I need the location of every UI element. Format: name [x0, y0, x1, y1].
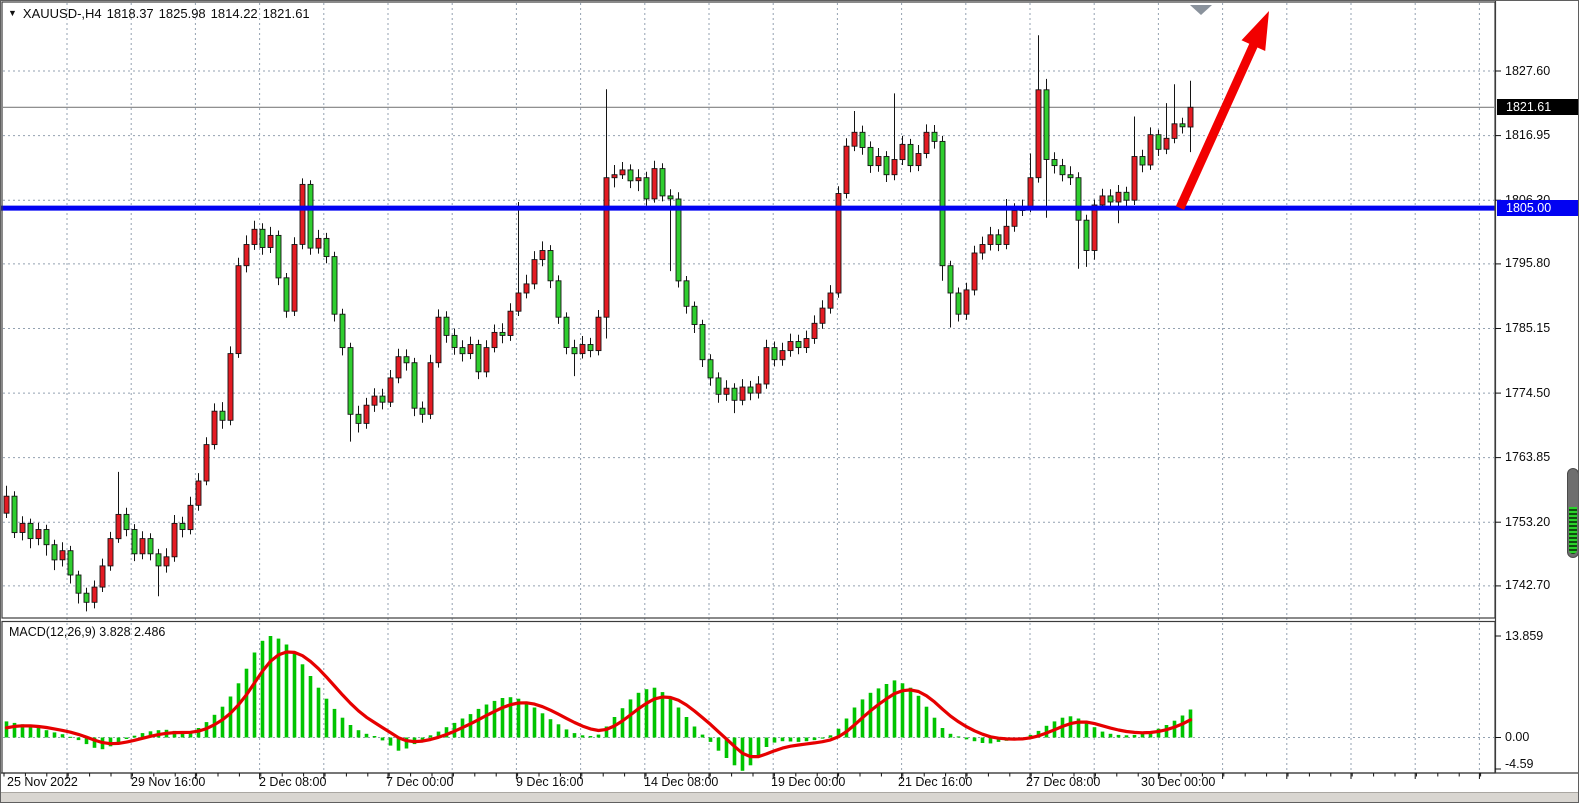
ohlc-open: 1818.37 [107, 6, 154, 21]
macd-signal-line [7, 652, 1191, 757]
price-axis-label: 1816.95 [1505, 128, 1550, 142]
date-axis-label: 29 Nov 16:00 [131, 775, 205, 789]
price-axis-label: 1785.15 [1505, 321, 1550, 335]
scrollbar-stripes-icon [1569, 507, 1577, 554]
symbol-collapse-icon[interactable]: ▼ [8, 7, 17, 20]
date-axis-label: 14 Dec 08:00 [644, 775, 718, 789]
date-axis-label: 30 Dec 00:00 [1141, 775, 1215, 789]
date-axis: 25 Nov 2022 29 Nov 16:00 2 Dec 08:00 7 Dec … [1, 775, 1495, 791]
chart-canvas[interactable] [1, 1, 1579, 803]
macd-indicator-label: MACD(12,26,9) 3.828 2.486 [9, 625, 165, 639]
price-axis: 1821.61 1805.00 1827.601816.951806.30179… [1496, 1, 1579, 773]
date-axis-label: 25 Nov 2022 [7, 775, 78, 789]
date-axis-label: 7 Dec 00:00 [386, 775, 453, 789]
ohlc-high: 1825.98 [159, 6, 206, 21]
date-axis-label: 9 Dec 16:00 [516, 775, 583, 789]
macd-histogram [5, 636, 1193, 771]
candlestick-series [4, 35, 1193, 611]
price-axis-label: 1753.20 [1505, 515, 1550, 529]
level-line-price-badge: 1805.00 [1497, 200, 1579, 216]
scrollbar-thumb[interactable] [1567, 468, 1579, 558]
date-axis-label: 2 Dec 08:00 [259, 775, 326, 789]
price-axis-label: 1742.70 [1505, 578, 1550, 592]
current-price-badge: 1821.61 [1497, 99, 1579, 115]
price-axis-label: 1795.80 [1505, 256, 1550, 270]
pane-borders [1, 1, 1579, 773]
macd-axis-label: -4.59 [1505, 757, 1534, 771]
date-axis-label: 19 Dec 00:00 [771, 775, 845, 789]
price-axis-label: 1774.50 [1505, 386, 1550, 400]
ohlc-low: 1814.22 [211, 6, 258, 21]
axis-ticks [4, 71, 1501, 779]
window-bottom-strip [1, 792, 1579, 803]
symbol-timeframe-label: XAUUSD-,H4 [23, 6, 102, 21]
date-axis-label: 27 Dec 08:00 [1026, 775, 1100, 789]
chart-title: ▼ XAUUSD-,H4 1818.37 1825.98 1814.22 182… [8, 6, 315, 21]
price-axis-label: 1763.85 [1505, 450, 1550, 464]
ohlc-close: 1821.61 [263, 6, 310, 21]
chart-window: ▼ XAUUSD-,H4 1818.37 1825.98 1814.22 182… [0, 0, 1579, 803]
date-axis-label: 21 Dec 16:00 [898, 775, 972, 789]
macd-axis-label: 0.00 [1505, 730, 1529, 744]
horizontal-gridlines [3, 71, 1494, 738]
macd-axis-label: 13.859 [1505, 629, 1543, 643]
price-axis-label: 1827.60 [1505, 64, 1550, 78]
chart-shift-marker-icon[interactable] [1190, 5, 1212, 15]
